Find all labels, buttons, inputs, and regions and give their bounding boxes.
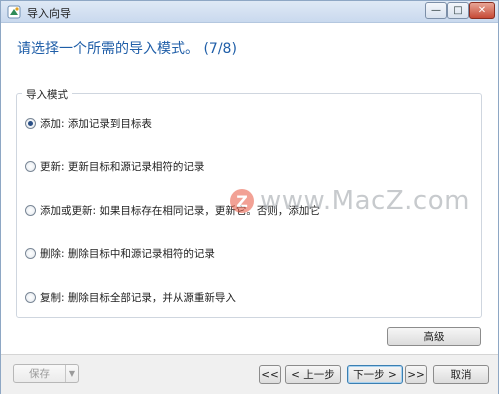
radio-label: 删除: 删除目标中和源记录相符的记录 bbox=[40, 247, 215, 260]
radio-label: 复制: 删除目标全部记录，并从源重新导入 bbox=[40, 291, 236, 304]
radio-option-append-or-update[interactable]: 添加或更新: 如果目标存在相同记录，更新它。否则，添加它 bbox=[25, 203, 320, 217]
step-title: 请选择一个所需的导入模式。 (7/8) bbox=[17, 41, 237, 57]
last-step-button[interactable]: >> bbox=[405, 365, 427, 384]
radio-button[interactable] bbox=[25, 117, 36, 129]
minimize-icon: — bbox=[431, 5, 441, 16]
radio-option-copy[interactable]: 复制: 删除目标全部记录，并从源重新导入 bbox=[25, 290, 236, 304]
radio-option-update[interactable]: 更新: 更新目标和源记录相符的记录 bbox=[25, 159, 204, 173]
radio-button[interactable] bbox=[25, 247, 36, 259]
cancel-button[interactable]: 取消 bbox=[433, 365, 489, 384]
save-split-button: 保存 ▼ bbox=[13, 364, 79, 383]
save-button: 保存 bbox=[14, 365, 66, 382]
window-title: 导入向导 bbox=[27, 7, 71, 20]
radio-option-delete[interactable]: 删除: 删除目标中和源记录相符的记录 bbox=[25, 246, 215, 260]
next-button[interactable]: 下一步 > bbox=[347, 365, 403, 384]
radio-button[interactable] bbox=[25, 160, 36, 172]
close-button[interactable]: ✕ bbox=[469, 2, 495, 19]
radio-option-append[interactable]: 添加: 添加记录到目标表 bbox=[25, 116, 152, 130]
radio-label: 添加或更新: 如果目标存在相同记录，更新它。否则，添加它 bbox=[40, 204, 320, 217]
import-mode-legend: 导入模式 bbox=[22, 87, 72, 102]
first-step-button[interactable]: << bbox=[259, 365, 281, 384]
previous-button[interactable]: < 上一步 bbox=[285, 365, 341, 384]
wizard-icon bbox=[7, 5, 21, 19]
radio-button[interactable] bbox=[25, 204, 36, 216]
radio-label: 添加: 添加记录到目标表 bbox=[40, 117, 152, 130]
close-icon: ✕ bbox=[477, 5, 487, 16]
title-bar[interactable]: 导入向导 — □ ✕ bbox=[1, 1, 498, 23]
import-wizard-window: 导入向导 — □ ✕ 请选择一个所需的导入模式。 (7/8) 导入模式 添加: … bbox=[0, 0, 499, 394]
maximize-icon: □ bbox=[453, 5, 463, 16]
minimize-button[interactable]: — bbox=[425, 2, 447, 19]
radio-button[interactable] bbox=[25, 291, 36, 303]
radio-label: 更新: 更新目标和源记录相符的记录 bbox=[40, 160, 205, 173]
advanced-button[interactable]: 高级 bbox=[387, 327, 481, 346]
chevron-down-icon: ▼ bbox=[68, 369, 76, 378]
maximize-button[interactable]: □ bbox=[447, 2, 469, 19]
